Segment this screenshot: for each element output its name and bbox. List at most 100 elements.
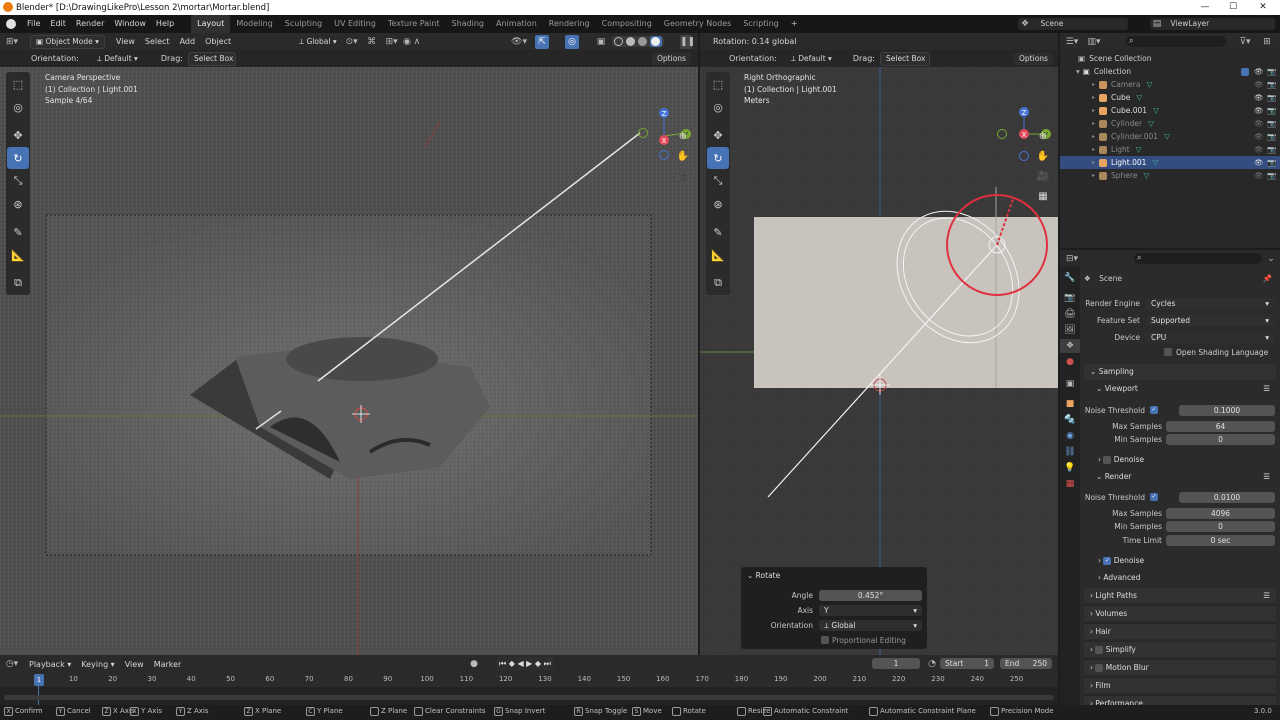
camera-view-icon[interactable]: 🎥 — [1036, 170, 1050, 184]
min-samples-field[interactable]: 0 — [1166, 520, 1275, 532]
panel-simplify[interactable]: › Simplify — [1084, 641, 1276, 657]
eye-icon[interactable]: 👁 — [1254, 119, 1264, 128]
pause-render-icon[interactable]: ❚❚ — [680, 34, 695, 49]
transform-orientation-dropdown[interactable]: ⟂ Global ▾ — [294, 36, 341, 48]
annotate-tool-icon[interactable]: ✎ — [707, 221, 729, 243]
visibility-icon[interactable]: 👁▾ — [510, 35, 528, 49]
play-icon[interactable]: ▶ — [526, 659, 532, 668]
transform-tool-icon[interactable]: ⊛ — [7, 193, 29, 215]
orientation-dropdown[interactable]: ⟂ Default ▾ — [92, 53, 156, 65]
timeline-editor-icon[interactable]: ◷▾ — [0, 657, 24, 671]
viewport-subpanel-header[interactable]: ⌄ Viewport ☰ — [1090, 381, 1276, 397]
scene-selector[interactable]: ❖ Scene — [1018, 18, 1128, 30]
gizmo-toggle-icon[interactable]: ⇱ — [535, 34, 549, 49]
expand-arrow-icon[interactable]: ▸ — [1092, 159, 1095, 166]
shading-modes[interactable] — [612, 36, 664, 47]
cursor-tool-icon[interactable]: ◎ — [7, 96, 29, 118]
menu-object[interactable]: Object — [200, 33, 236, 50]
menu-view[interactable]: View — [120, 656, 149, 673]
render-engine-dropdown[interactable]: Cycles ▾ — [1146, 297, 1274, 309]
camera-render-icon[interactable]: 📷 — [1267, 67, 1276, 76]
options-dropdown[interactable]: Options — [1014, 52, 1053, 65]
tool-tab-icon[interactable]: 🔧 — [1060, 271, 1080, 285]
noise-threshold-checkbox[interactable]: ✓ — [1150, 493, 1158, 501]
ortho-grid-icon[interactable]: ▦ — [1036, 190, 1050, 204]
max-samples-field[interactable]: 4096 — [1166, 507, 1275, 519]
pin-icon[interactable]: 📌 — [1263, 272, 1272, 286]
tab-animation[interactable]: Animation — [490, 15, 543, 33]
panel-hair[interactable]: › Hair — [1084, 623, 1276, 639]
outliner-item-cylinder-001[interactable]: ▸ Cylinder.001 ▽ 👁 📷 — [1060, 130, 1280, 143]
current-frame-field[interactable]: 1 — [872, 658, 920, 669]
orientation-dropdown[interactable]: ⟂ Global ▾ — [819, 619, 922, 631]
camera-render-icon[interactable]: 📷 — [1267, 145, 1276, 154]
tab-sculpting[interactable]: Sculpting — [279, 15, 328, 33]
jump-start-icon[interactable]: ⏮ — [499, 659, 506, 668]
scene-collection-row[interactable]: ▣ Scene Collection — [1060, 52, 1280, 65]
maximize-button[interactable]: ☐ — [1220, 0, 1246, 15]
menu-file[interactable]: File — [22, 15, 45, 33]
pan-hand-icon[interactable]: ✋ — [676, 150, 690, 164]
orientation-dropdown[interactable]: ⟂ Default ▾ — [786, 53, 848, 65]
jump-end-icon[interactable]: ⏭ — [544, 659, 551, 668]
proportional-editing-checkbox[interactable] — [821, 636, 829, 644]
next-keyframe-icon[interactable]: ◆ — [535, 659, 541, 668]
collection-row[interactable]: ▾ ▣ Collection 👁 📷 — [1060, 65, 1280, 78]
measure-tool-icon[interactable]: 📐 — [7, 244, 29, 266]
viewport-left[interactable]: ⊞▾ ▣ Object Mode ▾ View Select Add Objec… — [0, 33, 698, 655]
eye-icon[interactable]: 👁 — [1254, 158, 1264, 167]
view-layer-tab-icon[interactable]: 🖼 — [1060, 323, 1080, 337]
viewport-denoise-checkbox[interactable] — [1103, 456, 1112, 464]
collection-exclude-checkbox[interactable] — [1241, 67, 1249, 76]
outliner-item-sphere[interactable]: ▸ Sphere ▽ 👁 📷 — [1060, 169, 1280, 182]
outliner-item-cylinder[interactable]: ▸ Cylinder ▽ 👁 📷 — [1060, 117, 1280, 130]
list-icon[interactable]: ☰ — [1263, 469, 1270, 485]
prev-keyframe-icon[interactable]: ◆ — [509, 659, 515, 668]
menu-view[interactable]: View — [111, 33, 140, 50]
menu-render[interactable]: Render — [71, 15, 109, 33]
menu-help[interactable]: Help — [151, 15, 179, 33]
record-icon[interactable]: ● — [468, 657, 480, 671]
data-tab-icon[interactable]: 💡 — [1060, 461, 1080, 475]
object-tab-icon[interactable]: ■ — [1060, 397, 1080, 411]
add-cube-tool-icon[interactable]: ⧉ — [707, 272, 729, 294]
zoom-icon[interactable]: ⊕ — [676, 130, 690, 144]
panel-motion-blur[interactable]: › Motion Blur — [1084, 659, 1276, 675]
camera-view-icon[interactable]: 🎥 — [676, 170, 690, 184]
osl-checkbox[interactable] — [1164, 348, 1172, 356]
camera-render-icon[interactable]: 📷 — [1267, 119, 1276, 128]
world-tab-icon[interactable]: ● — [1060, 355, 1080, 369]
tab-modeling[interactable]: Modeling — [230, 15, 278, 33]
eye-icon[interactable]: 👁 — [1254, 67, 1264, 76]
panel-volumes[interactable]: › Volumes — [1084, 605, 1276, 621]
panel-light-paths[interactable]: › Light Paths ☰ — [1084, 587, 1276, 603]
select-box-tool-icon[interactable]: ⬚ — [707, 73, 729, 95]
snap-icon[interactable]: ⌘ — [362, 35, 382, 49]
redo-panel-header[interactable]: ⌄ Rotate — [747, 571, 780, 580]
time-limit-field[interactable]: 0 sec — [1166, 534, 1275, 546]
list-icon[interactable]: ☰ — [1263, 588, 1270, 604]
render-tab-icon[interactable]: 📷 — [1060, 291, 1080, 305]
tab-geometry-nodes[interactable]: Geometry Nodes — [658, 15, 737, 33]
outliner-item-cube[interactable]: ▸ Cube ▽ 👁 📷 — [1060, 91, 1280, 104]
modifier-tab-icon[interactable]: 🔩 — [1060, 413, 1080, 427]
outliner-search-input[interactable]: ⌕ — [1126, 36, 1226, 47]
options-dropdown[interactable]: Options — [652, 52, 691, 65]
axis-dropdown[interactable]: Y ▾ — [819, 604, 922, 616]
eye-icon[interactable]: 👁 — [1254, 145, 1264, 154]
scale-tool-icon[interactable]: ⤡ — [7, 170, 29, 192]
device-dropdown[interactable]: CPU ▾ — [1146, 331, 1274, 343]
start-frame-field[interactable]: Start 1 — [940, 658, 994, 669]
eye-icon[interactable]: 👁 — [1254, 171, 1264, 180]
physics-tab-icon[interactable]: ◉ — [1060, 429, 1080, 443]
drag-dropdown[interactable]: Select Box — [187, 51, 236, 66]
pan-hand-icon[interactable]: ✋ — [1036, 150, 1050, 164]
drag-dropdown[interactable]: Select Box — [879, 51, 930, 66]
render-denoise-subpanel[interactable]: › ✓ Denoise — [1096, 553, 1276, 569]
panel-film[interactable]: › Film — [1084, 677, 1276, 693]
tab-layout[interactable]: Layout — [191, 15, 231, 33]
outliner-editor-icon[interactable]: ☰▾ — [1060, 35, 1084, 49]
menu-add[interactable]: Add — [175, 33, 201, 50]
min-samples-field[interactable]: 0 — [1166, 433, 1275, 445]
annotate-tool-icon[interactable]: ✎ — [7, 221, 29, 243]
